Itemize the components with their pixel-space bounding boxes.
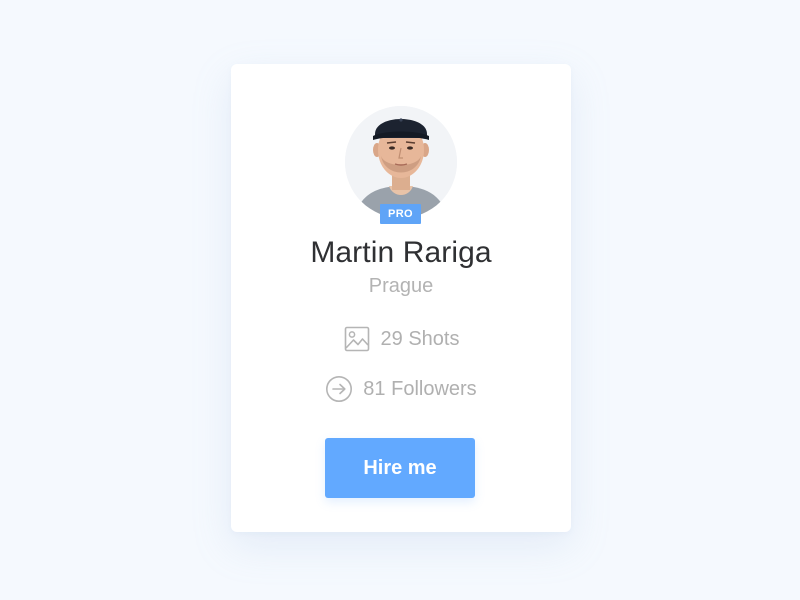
pro-badge: PRO xyxy=(380,204,421,224)
arrow-circle-icon xyxy=(325,375,353,403)
profile-name: Martin Rariga xyxy=(310,236,492,269)
avatar-portrait-image xyxy=(345,106,457,218)
avatar-container: PRO xyxy=(345,106,457,226)
followers-stat[interactable]: 81 Followers xyxy=(231,374,571,404)
profile-location: Prague xyxy=(368,275,434,297)
image-icon xyxy=(343,325,371,353)
profile-card: PRO Martin Rariga Prague 29 Shots 81 Fol… xyxy=(231,64,571,532)
hire-me-button[interactable]: Hire me xyxy=(325,438,475,498)
shots-count-label: 29 Shots xyxy=(380,328,460,350)
followers-count-label: 81 Followers xyxy=(363,378,477,400)
avatar[interactable] xyxy=(345,106,457,218)
shots-stat[interactable]: 29 Shots xyxy=(231,324,571,354)
